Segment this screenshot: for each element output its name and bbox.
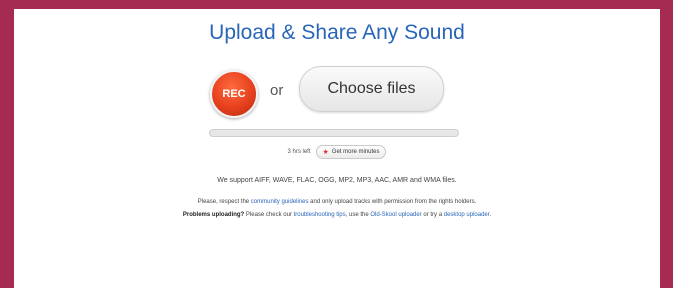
problems-text-4: . <box>489 212 492 218</box>
time-left-text: 3 hrs left <box>287 149 311 155</box>
star-icon: ★ <box>322 149 329 156</box>
choose-files-button[interactable]: Choose files <box>299 66 444 112</box>
page-title: Upload & Share Any Sound <box>209 21 465 44</box>
guidelines-text: Please, respect the community guidelines… <box>14 199 660 205</box>
troubleshooting-tips-link[interactable]: troubleshooting tips <box>294 212 346 218</box>
old-skool-uploader-link[interactable]: Old-Skool uploader <box>370 212 421 218</box>
get-more-minutes-label: Get more minutes <box>331 149 380 155</box>
problems-text-1: Please check our <box>245 212 292 218</box>
record-button[interactable]: REC <box>210 70 258 118</box>
or-label: or <box>270 82 284 99</box>
guidelines-suffix: and only upload tracks with permission f… <box>310 199 477 205</box>
supported-formats-text: We support AIFF, WAVE, FLAC, OGG, MP2, M… <box>217 177 457 184</box>
minutes-row: 3 hrs left ★ Get more minutes <box>14 145 660 159</box>
get-more-minutes-button[interactable]: ★ Get more minutes <box>315 145 387 159</box>
problems-text-2: , use the <box>345 212 369 218</box>
problems-text: Problems uploading? Please check our tro… <box>14 212 660 218</box>
upload-progress-bar <box>209 129 459 137</box>
guidelines-prefix: Please, respect the <box>197 199 250 205</box>
problems-text-3: or try a <box>423 212 443 218</box>
community-guidelines-link[interactable]: community guidelines <box>251 199 309 205</box>
problems-heading: Problems uploading? <box>182 212 245 218</box>
upload-panel: Upload & Share Any Sound REC or Choose f… <box>14 9 660 288</box>
desktop-uploader-link[interactable]: desktop uploader <box>444 212 490 218</box>
